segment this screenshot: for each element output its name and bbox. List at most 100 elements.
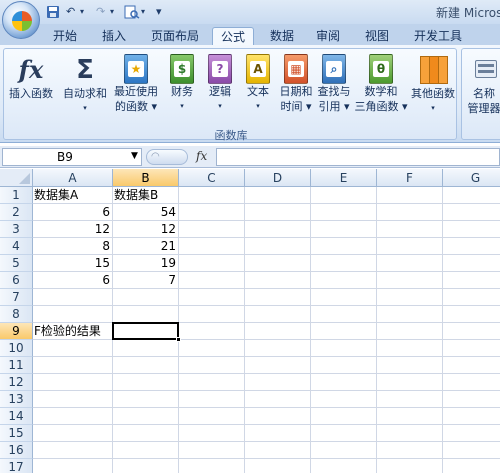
formula-buttons[interactable]: ◠ <box>146 149 188 165</box>
math-trig-button[interactable]: θ 数学和 三角函数 ▾ <box>354 54 408 114</box>
row-header-15[interactable]: 15 <box>0 425 33 442</box>
name-box-dropdown-icon[interactable]: ▼ <box>131 148 138 164</box>
tab-review[interactable]: 审阅 <box>308 27 348 46</box>
row-header-1[interactable]: 1 <box>0 187 33 204</box>
redo-dropdown-icon[interactable]: ▾ <box>110 5 114 19</box>
office-logo-icon <box>12 11 32 31</box>
financial-button[interactable]: $ 财务 ▾ <box>164 54 200 114</box>
tab-home[interactable]: 开始 <box>44 27 86 46</box>
redo-icon[interactable]: ↷ <box>96 5 105 19</box>
logical-button[interactable]: ? 逻辑 ▾ <box>202 54 238 114</box>
print-preview-icon[interactable] <box>124 5 140 19</box>
tab-data[interactable]: 数据 <box>260 27 304 46</box>
cell-a2[interactable]: 6 <box>33 204 113 221</box>
office-button[interactable] <box>2 1 40 39</box>
lookup-reference-button[interactable]: ⌕ 查找与 引用 ▾ <box>314 54 354 114</box>
row-header-4[interactable]: 4 <box>0 238 33 255</box>
column-header-g[interactable]: G <box>443 169 500 187</box>
tab-developer[interactable]: 开发工具 <box>406 27 470 46</box>
text-button[interactable]: A 文本 ▾ <box>240 54 276 114</box>
active-cell-outline[interactable] <box>112 322 179 340</box>
title-bar: ↶ ▾ ↷ ▾ ▾ ▾ 新建 Microso <box>0 0 500 24</box>
customize-quick-access-icon[interactable]: ▾ <box>156 5 162 19</box>
row-header-10[interactable]: 10 <box>0 340 33 357</box>
row-header-6[interactable]: 6 <box>0 272 33 289</box>
date-time-button[interactable]: ▦ 日期和 时间 ▾ <box>276 54 316 114</box>
cell-b4[interactable]: 21 <box>113 238 179 255</box>
more-books-icon <box>418 54 448 86</box>
undo-dropdown-icon[interactable]: ▾ <box>80 5 84 19</box>
tab-page-layout[interactable]: 页面布局 <box>142 27 208 46</box>
cell-a5[interactable]: 15 <box>33 255 113 272</box>
save-icon[interactable] <box>46 5 60 19</box>
cell-area[interactable]: 数据集A 数据集B 6 54 12 12 8 21 15 19 6 7 F检验的结果 <box>33 187 500 473</box>
column-gridline <box>376 187 377 473</box>
column-gridline <box>244 187 245 473</box>
column-header-d[interactable]: D <box>245 169 311 187</box>
row-header-12[interactable]: 12 <box>0 374 33 391</box>
cell-b3[interactable]: 12 <box>113 221 179 238</box>
select-all-corner[interactable] <box>0 169 33 187</box>
formula-bar: B9 ▼ ◠ fx <box>0 146 500 168</box>
row-header-8[interactable]: 8 <box>0 306 33 323</box>
tab-view[interactable]: 视图 <box>356 27 398 46</box>
cell-a3[interactable]: 12 <box>33 221 113 238</box>
fill-handle[interactable] <box>176 337 181 342</box>
finance-book-icon: $ <box>170 54 194 84</box>
more-functions-button[interactable]: 其他函数 ▾ <box>408 54 458 116</box>
row-header-16[interactable]: 16 <box>0 442 33 459</box>
window-title: 新建 Microso <box>436 6 500 20</box>
cell-a9[interactable]: F检验的结果 <box>33 323 101 340</box>
row-header-11[interactable]: 11 <box>0 357 33 374</box>
lookup-book-icon: ⌕ <box>322 54 346 84</box>
group-label-function-library: 函数库 <box>214 129 248 142</box>
formula-input[interactable] <box>216 148 500 166</box>
excel-window: ↶ ▾ ↷ ▾ ▾ ▾ 新建 Microso 开始 插入 页面布局 公式 数据 … <box>0 0 500 473</box>
column-gridline <box>310 187 311 473</box>
row-header-2[interactable]: 2 <box>0 204 33 221</box>
column-header-f[interactable]: F <box>377 169 443 187</box>
column-header-c[interactable]: C <box>179 169 245 187</box>
star-book-icon: ★ <box>124 54 148 84</box>
ribbon-tabs: 开始 插入 页面布局 公式 数据 审阅 视图 开发工具 <box>0 24 500 46</box>
row-header-14[interactable]: 14 <box>0 408 33 425</box>
defined-names-group: 名称 管理器 <box>461 48 500 140</box>
cell-a6[interactable]: 6 <box>33 272 113 289</box>
tab-insert[interactable]: 插入 <box>94 27 134 46</box>
worksheet-grid: ABCDEFG 1 2 3 4 5 6 7 8 9 10 11 12 13 14 15 16 17 数据集A 数据… <box>0 169 500 473</box>
fx-icon: fx <box>18 55 44 84</box>
date-book-icon: ▦ <box>284 54 308 84</box>
sigma-icon: Σ <box>76 55 94 85</box>
math-book-icon: θ <box>369 54 393 84</box>
undo-icon[interactable]: ↶ <box>66 5 75 19</box>
row-header-7[interactable]: 7 <box>0 289 33 306</box>
column-header-a[interactable]: A <box>33 169 113 187</box>
name-manager-button[interactable]: 名称 管理器 <box>464 54 500 116</box>
row-header-17[interactable]: 17 <box>0 459 33 473</box>
tab-formulas[interactable]: 公式 <box>212 27 254 46</box>
ribbon: fx 插入函数 Σ 自动求和 ▾ ★ 最近使用 的函数 ▾ $ 财务 ▾ ? 逻… <box>0 45 500 143</box>
cell-b5[interactable]: 19 <box>113 255 179 272</box>
cell-a4[interactable]: 8 <box>33 238 113 255</box>
row-header-5[interactable]: 5 <box>0 255 33 272</box>
autosum-button[interactable]: Σ 自动求和 ▾ <box>60 54 110 116</box>
cell-b6[interactable]: 7 <box>113 272 179 289</box>
cell-a1[interactable]: 数据集A <box>33 187 78 204</box>
name-manager-icon <box>469 54 499 86</box>
cell-b1[interactable]: 数据集B <box>113 187 158 204</box>
insert-function-fx-icon[interactable]: fx <box>196 149 207 163</box>
cell-b2[interactable]: 54 <box>113 204 179 221</box>
column-gridline <box>442 187 443 473</box>
text-book-icon: A <box>246 54 270 84</box>
name-box[interactable]: B9 <box>2 148 142 166</box>
column-header-b[interactable]: B <box>113 169 179 187</box>
insert-function-button[interactable]: fx 插入函数 <box>6 54 56 101</box>
print-dropdown-icon[interactable]: ▾ <box>141 5 145 19</box>
recently-used-button[interactable]: ★ 最近使用 的函数 ▾ <box>110 54 162 114</box>
row-header-3[interactable]: 3 <box>0 221 33 238</box>
column-header-e[interactable]: E <box>311 169 377 187</box>
row-header-9[interactable]: 9 <box>0 323 33 340</box>
function-library-group: fx 插入函数 Σ 自动求和 ▾ ★ 最近使用 的函数 ▾ $ 财务 ▾ ? 逻… <box>3 48 458 142</box>
row-header-13[interactable]: 13 <box>0 391 33 408</box>
logic-book-icon: ? <box>208 54 232 84</box>
